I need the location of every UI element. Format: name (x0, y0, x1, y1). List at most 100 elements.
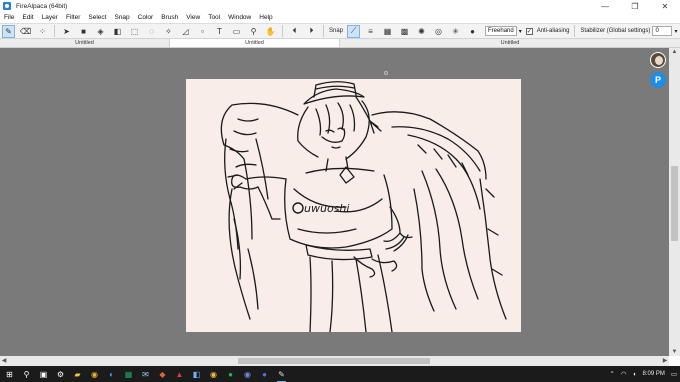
windows-taskbar: ⊞ ⚲ ▣ ⚙ ▰ ◉ ◐ ▦ ✉ ◆ ▲ ◧ ◉ ● ◉ ● ✎ ⌃ ◠ ◖ … (0, 366, 680, 382)
tab-untitled-3[interactable]: Untitled (340, 39, 680, 47)
menu-filter[interactable]: Filter (62, 14, 84, 21)
loading-indicator-icon (384, 71, 388, 75)
clock[interactable]: 8:09 PM (642, 371, 664, 378)
minimize-button[interactable]: — (590, 0, 620, 12)
menu-color[interactable]: Color (134, 14, 158, 21)
menu-file[interactable]: File (0, 14, 18, 21)
horizontal-scroll-thumb[interactable] (238, 358, 430, 364)
chrome-icon[interactable]: ◉ (88, 368, 101, 381)
menu-edit[interactable]: Edit (18, 14, 37, 21)
app-icon[interactable]: ● (258, 368, 271, 381)
stabilizer-value: 0 (655, 28, 659, 34)
vertical-scrollbar[interactable]: ▲ ▼ (669, 48, 680, 356)
stabilizer-select[interactable]: 0 (652, 26, 673, 36)
antialias-label: Anti-aliasing (536, 28, 570, 34)
eraser-tool-icon[interactable]: ⌫ (19, 25, 32, 38)
menu-layer[interactable]: Layer (38, 14, 62, 21)
text-tool-icon[interactable]: T (213, 25, 226, 38)
scroll-right-arrow-icon[interactable]: ▶ (661, 356, 669, 366)
fill-rect-tool-icon[interactable]: ■ (77, 25, 90, 38)
photos-icon[interactable]: ◆ (156, 368, 169, 381)
menu-snap[interactable]: Snap (110, 14, 133, 21)
menu-brush[interactable]: Brush (157, 14, 182, 21)
edge-icon[interactable]: ◐ (105, 368, 118, 381)
gradient-tool-icon[interactable]: ◧ (111, 25, 124, 38)
title-bar: FireAlpaca (64bit) — ❐ ✕ (0, 0, 680, 12)
menu-help[interactable]: Help (255, 14, 276, 21)
toolbar-separator (323, 25, 324, 37)
dropdown-arrow-icon[interactable]: ▾ (674, 28, 677, 35)
menu-tool[interactable]: Tool (204, 14, 224, 21)
settings-gear-icon[interactable]: ⚙ (54, 368, 67, 381)
eyedropper-tool-icon[interactable]: ⚲ (247, 25, 260, 38)
snap-vanishing-icon[interactable]: ✺ (415, 25, 428, 38)
scroll-left-arrow-icon[interactable]: ◀ (0, 356, 8, 366)
search-icon[interactable]: ⚲ (20, 368, 33, 381)
snap-label: Snap (329, 28, 344, 34)
redo-icon[interactable]: ⏵ (305, 25, 318, 38)
select-eraser-tool-icon[interactable]: ▫ (196, 25, 209, 38)
snap-radial-icon[interactable]: ✳ (449, 25, 462, 38)
firealpaca-taskbar-icon[interactable]: ✎ (275, 368, 288, 382)
line-art-drawing: uwuoshi (220, 81, 507, 332)
close-button[interactable]: ✕ (650, 0, 680, 12)
dropdown-arrow-icon[interactable]: ▾ (519, 28, 522, 35)
tab-untitled-1[interactable]: Untitled (0, 39, 170, 47)
snap-parallel-icon[interactable]: ≡ (364, 25, 377, 38)
wifi-icon[interactable]: ◠ (621, 370, 627, 378)
avatar-icon[interactable] (650, 52, 666, 68)
store-icon[interactable]: ◧ (190, 368, 203, 381)
toolbar-separator (574, 25, 576, 37)
window-controls: — ❐ ✕ (590, 0, 680, 12)
stabilizer-label: Stabilizer (Global settings) (580, 28, 651, 34)
signature-text: uwuoshi (304, 202, 349, 215)
tab-untitled-2[interactable]: Untitled (170, 39, 340, 47)
toolbar-separator (282, 25, 283, 37)
menu-window[interactable]: Window (224, 14, 255, 21)
brush-mode-select[interactable]: Freehand (485, 26, 517, 36)
select-tool-icon[interactable]: ⬚ (128, 25, 141, 38)
snap-off-icon[interactable]: ⟋ (347, 24, 361, 38)
acrobat-icon[interactable]: ▲ (173, 368, 186, 381)
snap-crisscross-icon[interactable]: ▦ (381, 25, 394, 38)
menu-select[interactable]: Select (84, 14, 110, 21)
vertical-scroll-thumb[interactable] (671, 166, 678, 241)
windows-logo-icon[interactable]: ⊞ (3, 368, 16, 381)
bucket-tool-icon[interactable]: ◈ (94, 25, 107, 38)
snap-settings-icon[interactable]: ● (466, 25, 479, 38)
brush-tool-icon[interactable]: ✎ (2, 24, 15, 38)
chrome-alt-icon[interactable]: ◉ (207, 368, 220, 381)
frame-tool-icon[interactable]: ▭ (230, 25, 243, 38)
window-title: FireAlpaca (64bit) (16, 2, 68, 10)
system-tray: ⌃ ◠ ◖ 8:09 PM ▭ (606, 366, 680, 382)
lasso-tool-icon[interactable]: ◌ (145, 25, 158, 38)
magic-wand-tool-icon[interactable]: ✧ (162, 25, 175, 38)
snap-grid-icon[interactable]: ▩ (398, 25, 411, 38)
horizontal-scrollbar[interactable]: ◀ ▶ (0, 356, 669, 366)
drawing-canvas[interactable]: uwuoshi (186, 79, 521, 332)
maximize-button[interactable]: ❐ (620, 0, 650, 12)
excel-icon[interactable]: ▦ (122, 368, 135, 381)
mail-icon[interactable]: ✉ (139, 368, 152, 381)
scroll-up-arrow-icon[interactable]: ▲ (669, 48, 680, 56)
document-tabs: Untitled Untitled Untitled (0, 39, 680, 48)
discord-icon[interactable]: ◉ (241, 368, 254, 381)
pixiv-badge-icon[interactable]: P (650, 72, 666, 88)
move-tool-icon[interactable]: ➤ (60, 25, 73, 38)
folder-icon[interactable]: ▰ (71, 368, 84, 381)
select-pen-tool-icon[interactable]: ◿ (179, 25, 192, 38)
canvas-workspace[interactable]: uwuoshi (0, 48, 669, 356)
menu-view[interactable]: View (182, 14, 204, 21)
snap-concentric-icon[interactable]: ◎ (432, 25, 445, 38)
volume-icon[interactable]: ◖ (633, 371, 637, 378)
undo-icon[interactable]: ⏴ (288, 25, 301, 38)
hand-tool-icon[interactable]: ✋ (264, 25, 277, 38)
antialias-checkbox[interactable]: ✓ (525, 27, 533, 35)
spotify-icon[interactable]: ● (224, 368, 237, 381)
up-chevron-icon[interactable]: ⌃ (609, 370, 614, 378)
brush-mode-value: Freehand (488, 28, 514, 34)
dot-tool-icon[interactable]: ⁘ (36, 25, 49, 38)
scroll-down-arrow-icon[interactable]: ▼ (669, 348, 680, 356)
task-view-icon[interactable]: ▣ (37, 368, 50, 381)
notification-icon[interactable]: ▭ (671, 370, 677, 378)
